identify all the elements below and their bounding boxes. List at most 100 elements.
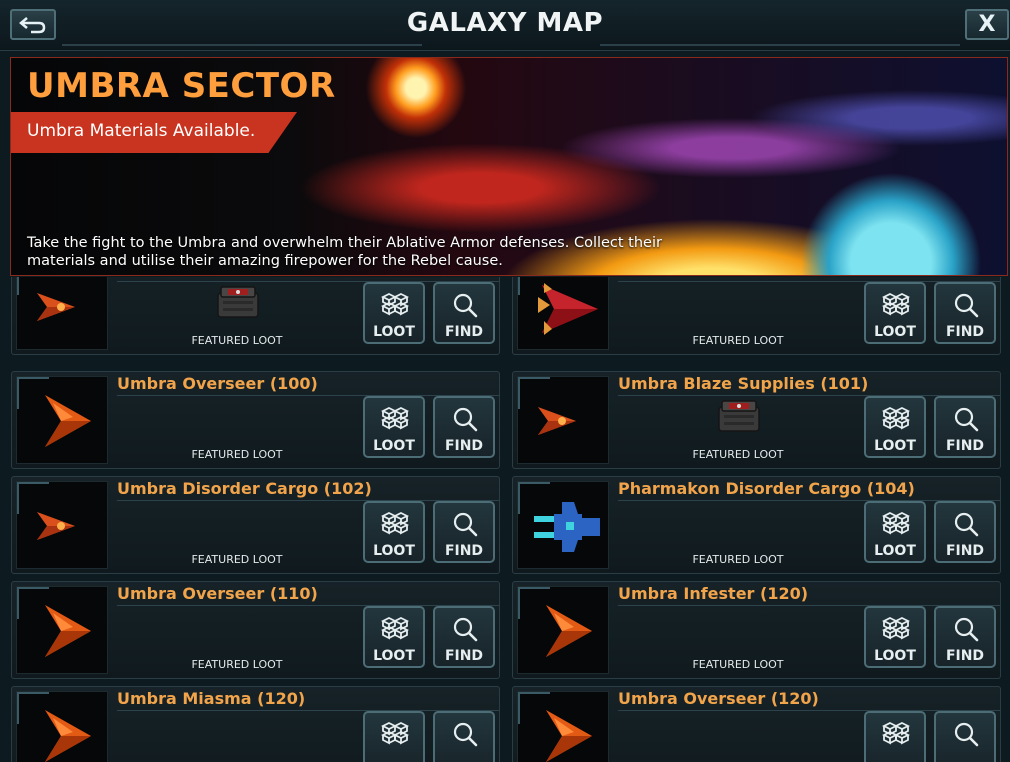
mission-card[interactable]: Umbra Overseer (110) FEATURED LOOT LOOT FIN… [11,581,500,679]
mission-name: Umbra Miasma (120) [117,689,306,708]
find-button[interactable] [433,711,495,762]
magnifier-icon [453,293,478,318]
loot-button-label: LOOT [373,438,415,454]
find-button[interactable] [934,711,996,762]
ship-icon [37,293,75,321]
magnifier-icon [954,293,979,318]
cubes-icon [882,721,910,745]
loot-button[interactable]: LOOT [864,282,926,344]
mission-card[interactable]: Umbra Disorder Cargo (102) FEATURED LOOT L… [11,476,500,574]
find-button-label: FIND [444,438,484,454]
loot-button[interactable]: LOOT [864,606,926,668]
loot-button[interactable]: LOOT [363,501,425,563]
mission-name: Umbra Overseer (120) [618,689,819,708]
ship-thumbnail [16,586,108,674]
loot-button-label: LOOT [373,543,415,559]
sector-description: Take the fight to the Umbra and overwhel… [27,235,662,269]
mission-name: Umbra Blaze Supplies (101) [618,374,869,393]
ship-thumbnail [16,481,108,569]
header-divider [62,44,422,46]
ship-thumbnail [517,691,609,762]
find-button[interactable]: FIND [934,501,996,563]
find-button[interactable]: FIND [433,501,495,563]
magnifier-icon [954,512,979,537]
header-bar: GALAXY MAP X [0,0,1010,51]
loot-button[interactable] [363,711,425,762]
find-button-label: FIND [444,543,484,559]
page-title: GALAXY MAP [406,8,604,38]
mission-card[interactable]: FEATURED LOOT LOOT FIND [512,277,1001,355]
ship-thumbnail [517,586,609,674]
magnifier-icon [954,722,979,747]
magnifier-icon [453,722,478,747]
ship-icon [546,605,592,657]
cubes-icon [381,511,409,535]
mission-name: Umbra Overseer (110) [117,584,318,603]
ship-icon [45,710,91,762]
find-button[interactable]: FIND [934,396,996,458]
mission-card[interactable]: Umbra Overseer (100) FEATURED LOOT LOOT FIN… [11,371,500,469]
find-button-label: FIND [444,324,484,340]
loot-button-label: LOOT [874,438,916,454]
loot-crate-icon [215,283,261,319]
loot-button[interactable]: LOOT [864,501,926,563]
cubes-icon [882,616,910,640]
ship-icon [538,407,576,435]
mission-list[interactable]: FEATURED LOOT LOOT FIND FEATURED LOOT LOOT FI… [0,277,1010,762]
loot-button[interactable]: LOOT [864,396,926,458]
ship-thumbnail [16,376,108,464]
loot-button[interactable]: LOOT [363,282,425,344]
featured-loot-label: FEATURED LOOT [692,448,784,461]
mission-name: Umbra Infester (120) [618,584,809,603]
featured-loot-label: FEATURED LOOT [191,334,283,347]
mission-name: Pharmakon Disorder Cargo (104) [618,479,915,498]
mission-card[interactable]: FEATURED LOOT LOOT FIND [11,277,500,355]
ship-icon [534,502,600,552]
find-button[interactable]: FIND [934,282,996,344]
ship-thumbnail [16,277,108,350]
loot-button[interactable] [864,711,926,762]
find-button-label: FIND [945,648,985,664]
magnifier-icon [453,617,478,642]
mission-card[interactable]: Umbra Blaze Supplies (101) FEATURED LOOT L… [512,371,1001,469]
featured-loot-label: FEATURED LOOT [191,448,283,461]
ship-thumbnail [517,481,609,569]
magnifier-icon [453,407,478,432]
loot-button-label: LOOT [373,324,415,340]
featured-loot-label: FEATURED LOOT [692,658,784,671]
loot-button-label: LOOT [874,324,916,340]
loot-button[interactable]: LOOT [363,396,425,458]
close-button[interactable]: X [965,9,1009,40]
find-button[interactable]: FIND [433,396,495,458]
materials-ribbon-text: Umbra Materials Available. [27,121,256,141]
cubes-icon [882,511,910,535]
ship-icon [538,283,598,335]
loot-button-label: LOOT [874,543,916,559]
mission-card[interactable]: Pharmakon Disorder Cargo (104) FEATURED L… [512,476,1001,574]
loot-button-label: LOOT [373,648,415,664]
find-button-label: FIND [945,324,985,340]
magnifier-icon [954,407,979,432]
mission-card[interactable]: Umbra Overseer (120) [512,686,1001,762]
mission-card[interactable]: Umbra Miasma (120) [11,686,500,762]
mission-card[interactable]: Umbra Infester (120) FEATURED LOOT LOOT FIN… [512,581,1001,679]
find-button[interactable]: FIND [433,606,495,668]
ship-icon [546,710,592,762]
loot-button[interactable]: LOOT [363,606,425,668]
header-divider [600,44,960,46]
featured-loot-label: FEATURED LOOT [692,334,784,347]
ship-icon [37,512,75,540]
featured-loot-label: FEATURED LOOT [191,658,283,671]
ship-icon [45,395,91,447]
mission-name: Umbra Disorder Cargo (102) [117,479,372,498]
ship-thumbnail [16,691,108,762]
cubes-icon [381,406,409,430]
cubes-icon [381,292,409,316]
featured-loot-label: FEATURED LOOT [692,553,784,566]
find-button-label: FIND [945,438,985,454]
find-button[interactable]: FIND [934,606,996,668]
find-button[interactable]: FIND [433,282,495,344]
ship-thumbnail [517,376,609,464]
find-button-label: FIND [444,648,484,664]
cubes-icon [882,406,910,430]
